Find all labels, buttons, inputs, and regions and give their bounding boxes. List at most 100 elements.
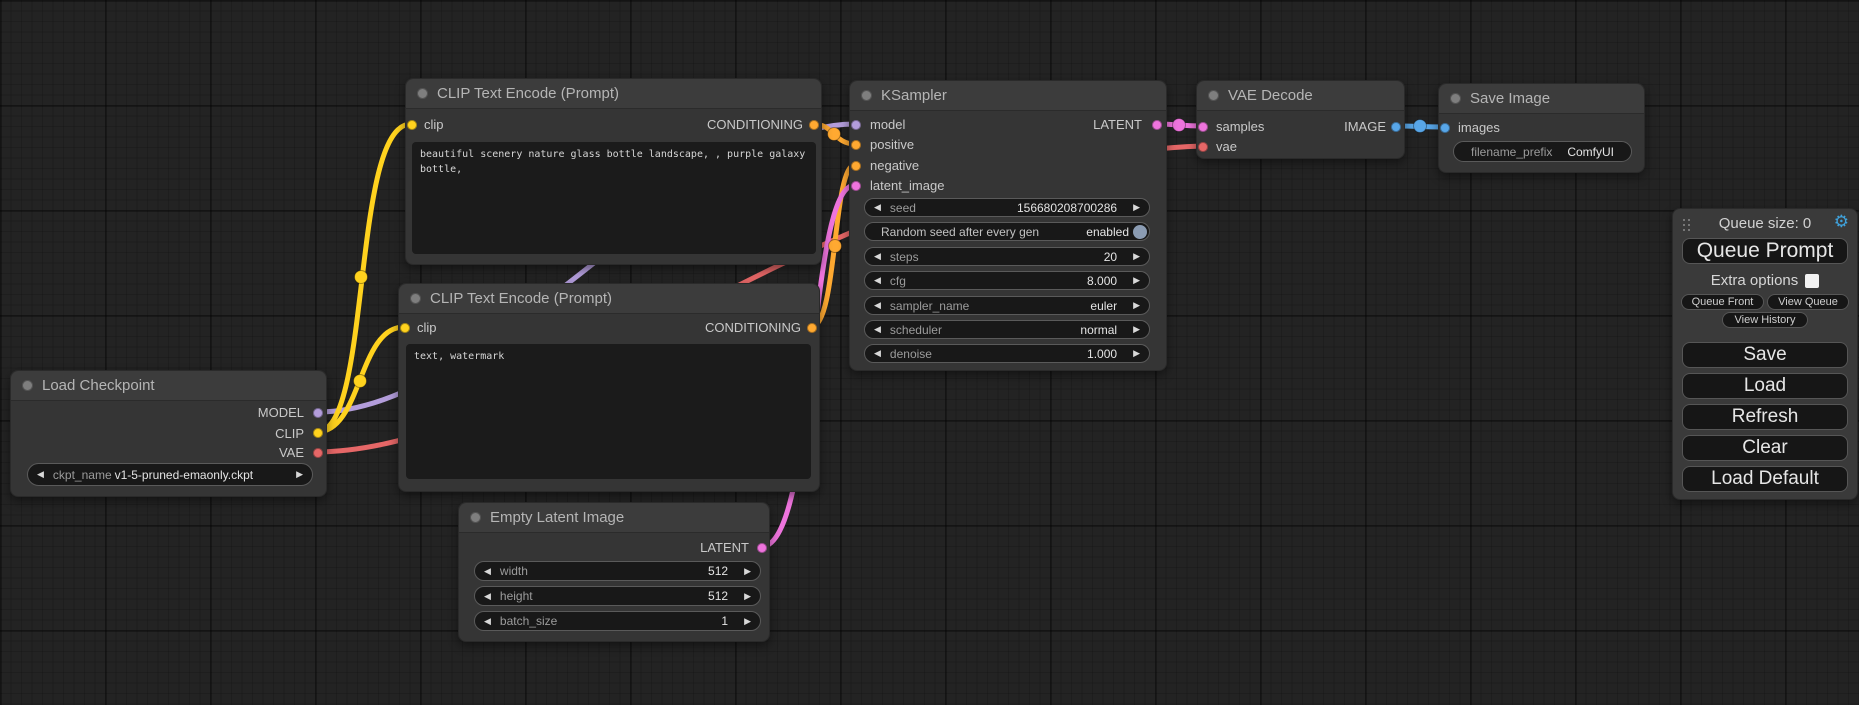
toggle-icon[interactable] [1133, 225, 1147, 239]
node-title: Save Image [1470, 90, 1550, 107]
widget-label: height [500, 589, 533, 603]
link-midpoint-dot [1414, 120, 1427, 133]
comfyui-canvas[interactable]: { "colors": { "model": "#b39ddb", "clip"… [0, 0, 1859, 705]
height-widget[interactable]: ◀ height 512 ▶ [474, 586, 761, 606]
output-port-clip[interactable] [313, 428, 323, 438]
increment-arrow-icon[interactable]: ▶ [1124, 276, 1149, 285]
ckpt-name-widget[interactable]: ◀ ckpt_name v1-5-pruned-emaonly.ckpt ▶ [27, 463, 313, 486]
output-port-latent[interactable] [1152, 120, 1162, 130]
filename-prefix-widget[interactable]: filename_prefix ComfyUI [1453, 141, 1632, 162]
collapse-dot-icon[interactable] [410, 293, 421, 304]
input-port-negative[interactable] [851, 161, 861, 171]
collapse-dot-icon[interactable] [417, 88, 428, 99]
input-port-clip[interactable] [407, 120, 417, 130]
output-port-vae[interactable] [313, 448, 323, 458]
width-widget[interactable]: ◀ width 512 ▶ [474, 561, 761, 581]
node-header[interactable]: CLIP Text Encode (Prompt) [406, 79, 821, 109]
input-port-latent-image[interactable] [851, 181, 861, 191]
output-port-image[interactable] [1391, 122, 1401, 132]
load-button[interactable]: Load [1682, 373, 1848, 399]
decrement-arrow-icon[interactable]: ◀ [28, 470, 53, 479]
node-header[interactable]: VAE Decode [1197, 81, 1404, 111]
increment-arrow-icon[interactable]: ▶ [735, 592, 760, 601]
node-header[interactable]: Load Checkpoint [11, 371, 326, 401]
node-title: CLIP Text Encode (Prompt) [437, 85, 619, 102]
output-port-conditioning[interactable] [807, 323, 817, 333]
denoise-widget[interactable]: ◀ denoise 1.000 ▶ [864, 344, 1150, 363]
node-vae-decode[interactable]: VAE Decode samples vae IMAGE [1196, 80, 1405, 159]
extra-options-checkbox[interactable] [1805, 274, 1819, 288]
collapse-dot-icon[interactable] [1450, 93, 1461, 104]
queue-prompt-button[interactable]: Queue Prompt [1682, 238, 1848, 264]
node-load-checkpoint[interactable]: Load Checkpoint MODEL CLIP VAE ◀ ckpt_na… [10, 370, 327, 497]
increment-arrow-icon[interactable]: ▶ [1124, 301, 1149, 310]
queue-panel[interactable]: Queue size: 0 ⚙ Queue Prompt Extra optio… [1672, 208, 1858, 500]
decrement-arrow-icon[interactable]: ◀ [475, 567, 500, 576]
increment-arrow-icon[interactable]: ▶ [1124, 252, 1149, 261]
sampler-name-widget[interactable]: ◀ sampler_name euler ▶ [864, 296, 1150, 315]
collapse-dot-icon[interactable] [1208, 90, 1219, 101]
node-header[interactable]: Save Image [1439, 84, 1644, 114]
scheduler-widget[interactable]: ◀ scheduler normal ▶ [864, 320, 1150, 339]
input-port-vae[interactable] [1198, 142, 1208, 152]
collapse-dot-icon[interactable] [861, 90, 872, 101]
decrement-arrow-icon[interactable]: ◀ [865, 276, 890, 285]
decrement-arrow-icon[interactable]: ◀ [865, 325, 890, 334]
node-ksampler[interactable]: KSampler model positive negative latent_… [849, 80, 1167, 371]
increment-arrow-icon[interactable]: ▶ [735, 567, 760, 576]
clear-button[interactable]: Clear [1682, 435, 1848, 461]
widget-value: normal [1080, 323, 1117, 337]
refresh-button[interactable]: Refresh [1682, 404, 1848, 430]
input-label-clip: clip [417, 320, 437, 335]
node-empty-latent-image[interactable]: Empty Latent Image LATENT ◀ width 512 ▶ … [458, 502, 770, 642]
node-title: Load Checkpoint [42, 377, 155, 394]
node-clip-text-encode-negative[interactable]: CLIP Text Encode (Prompt) clip CONDITION… [398, 283, 820, 492]
node-header[interactable]: KSampler [850, 81, 1166, 111]
node-save-image[interactable]: Save Image images filename_prefix ComfyU… [1438, 83, 1645, 173]
node-header[interactable]: Empty Latent Image [459, 503, 769, 533]
increment-arrow-icon[interactable]: ▶ [287, 470, 312, 479]
increment-arrow-icon[interactable]: ▶ [1124, 349, 1149, 358]
batch-size-widget[interactable]: ◀ batch_size 1 ▶ [474, 611, 761, 631]
decrement-arrow-icon[interactable]: ◀ [475, 592, 500, 601]
steps-widget[interactable]: ◀ steps 20 ▶ [864, 247, 1150, 266]
view-queue-button[interactable]: View Queue [1767, 294, 1849, 310]
output-label-vae: VAE [279, 445, 304, 460]
decrement-arrow-icon[interactable]: ◀ [865, 203, 890, 212]
seed-widget[interactable]: ◀ seed 156680208700286 ▶ [864, 198, 1150, 217]
view-history-button[interactable]: View History [1722, 312, 1808, 328]
load-default-button[interactable]: Load Default [1682, 466, 1848, 492]
decrement-arrow-icon[interactable]: ◀ [475, 617, 500, 626]
decrement-arrow-icon[interactable]: ◀ [865, 252, 890, 261]
input-label-negative: negative [870, 158, 919, 173]
collapse-dot-icon[interactable] [470, 512, 481, 523]
decrement-arrow-icon[interactable]: ◀ [865, 301, 890, 310]
settings-gear-icon[interactable]: ⚙ [1834, 212, 1849, 232]
cfg-widget[interactable]: ◀ cfg 8.000 ▶ [864, 271, 1150, 290]
input-port-images[interactable] [1440, 123, 1450, 133]
queue-front-button[interactable]: Queue Front [1681, 294, 1764, 310]
negative-prompt-textarea[interactable]: text, watermark [406, 344, 811, 479]
output-port-model[interactable] [313, 408, 323, 418]
input-label-model: model [870, 117, 905, 132]
input-port-clip[interactable] [400, 323, 410, 333]
save-button[interactable]: Save [1682, 342, 1848, 368]
widget-label: width [500, 564, 528, 578]
output-port-latent[interactable] [757, 543, 767, 553]
input-port-model[interactable] [851, 120, 861, 130]
collapse-dot-icon[interactable] [22, 380, 33, 391]
node-header[interactable]: CLIP Text Encode (Prompt) [399, 284, 819, 314]
increment-arrow-icon[interactable]: ▶ [735, 617, 760, 626]
input-label-images: images [1458, 120, 1500, 135]
output-port-conditioning[interactable] [809, 120, 819, 130]
random-seed-widget[interactable]: Random seed after every gen enabled [864, 222, 1150, 241]
input-port-samples[interactable] [1198, 122, 1208, 132]
increment-arrow-icon[interactable]: ▶ [1124, 325, 1149, 334]
widget-label: cfg [890, 274, 906, 288]
increment-arrow-icon[interactable]: ▶ [1124, 203, 1149, 212]
output-label-conditioning: CONDITIONING [705, 320, 801, 335]
positive-prompt-textarea[interactable]: beautiful scenery nature glass bottle la… [412, 142, 816, 254]
node-clip-text-encode-positive[interactable]: CLIP Text Encode (Prompt) clip CONDITION… [405, 78, 822, 265]
input-port-positive[interactable] [851, 140, 861, 150]
decrement-arrow-icon[interactable]: ◀ [865, 349, 890, 358]
